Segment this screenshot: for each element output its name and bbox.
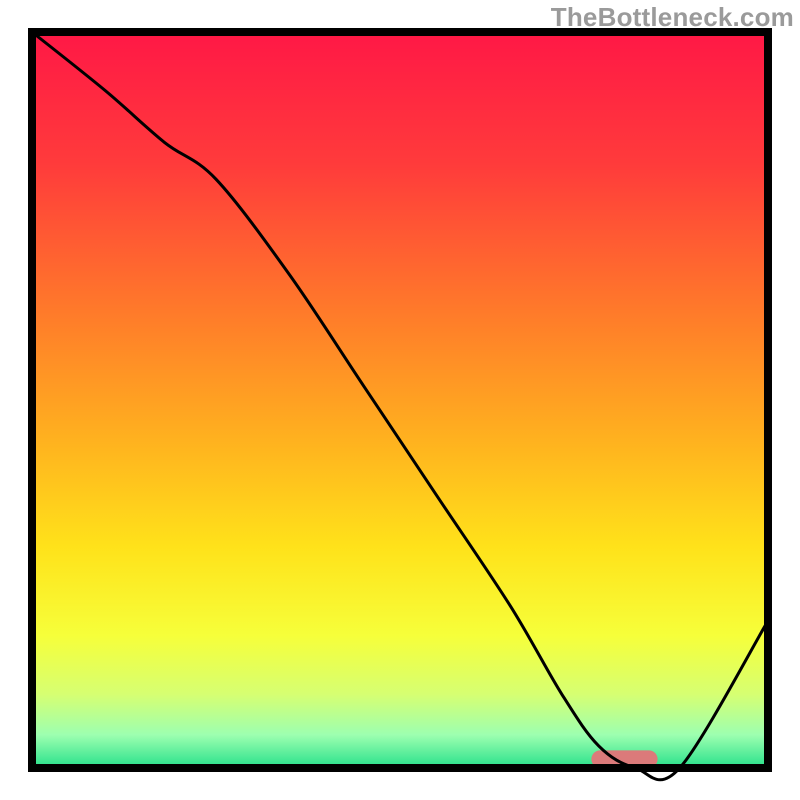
gradient-background (32, 32, 768, 768)
chart-frame: TheBottleneck.com (0, 0, 800, 800)
chart-svg (0, 0, 800, 800)
watermark-text: TheBottleneck.com (551, 2, 794, 33)
